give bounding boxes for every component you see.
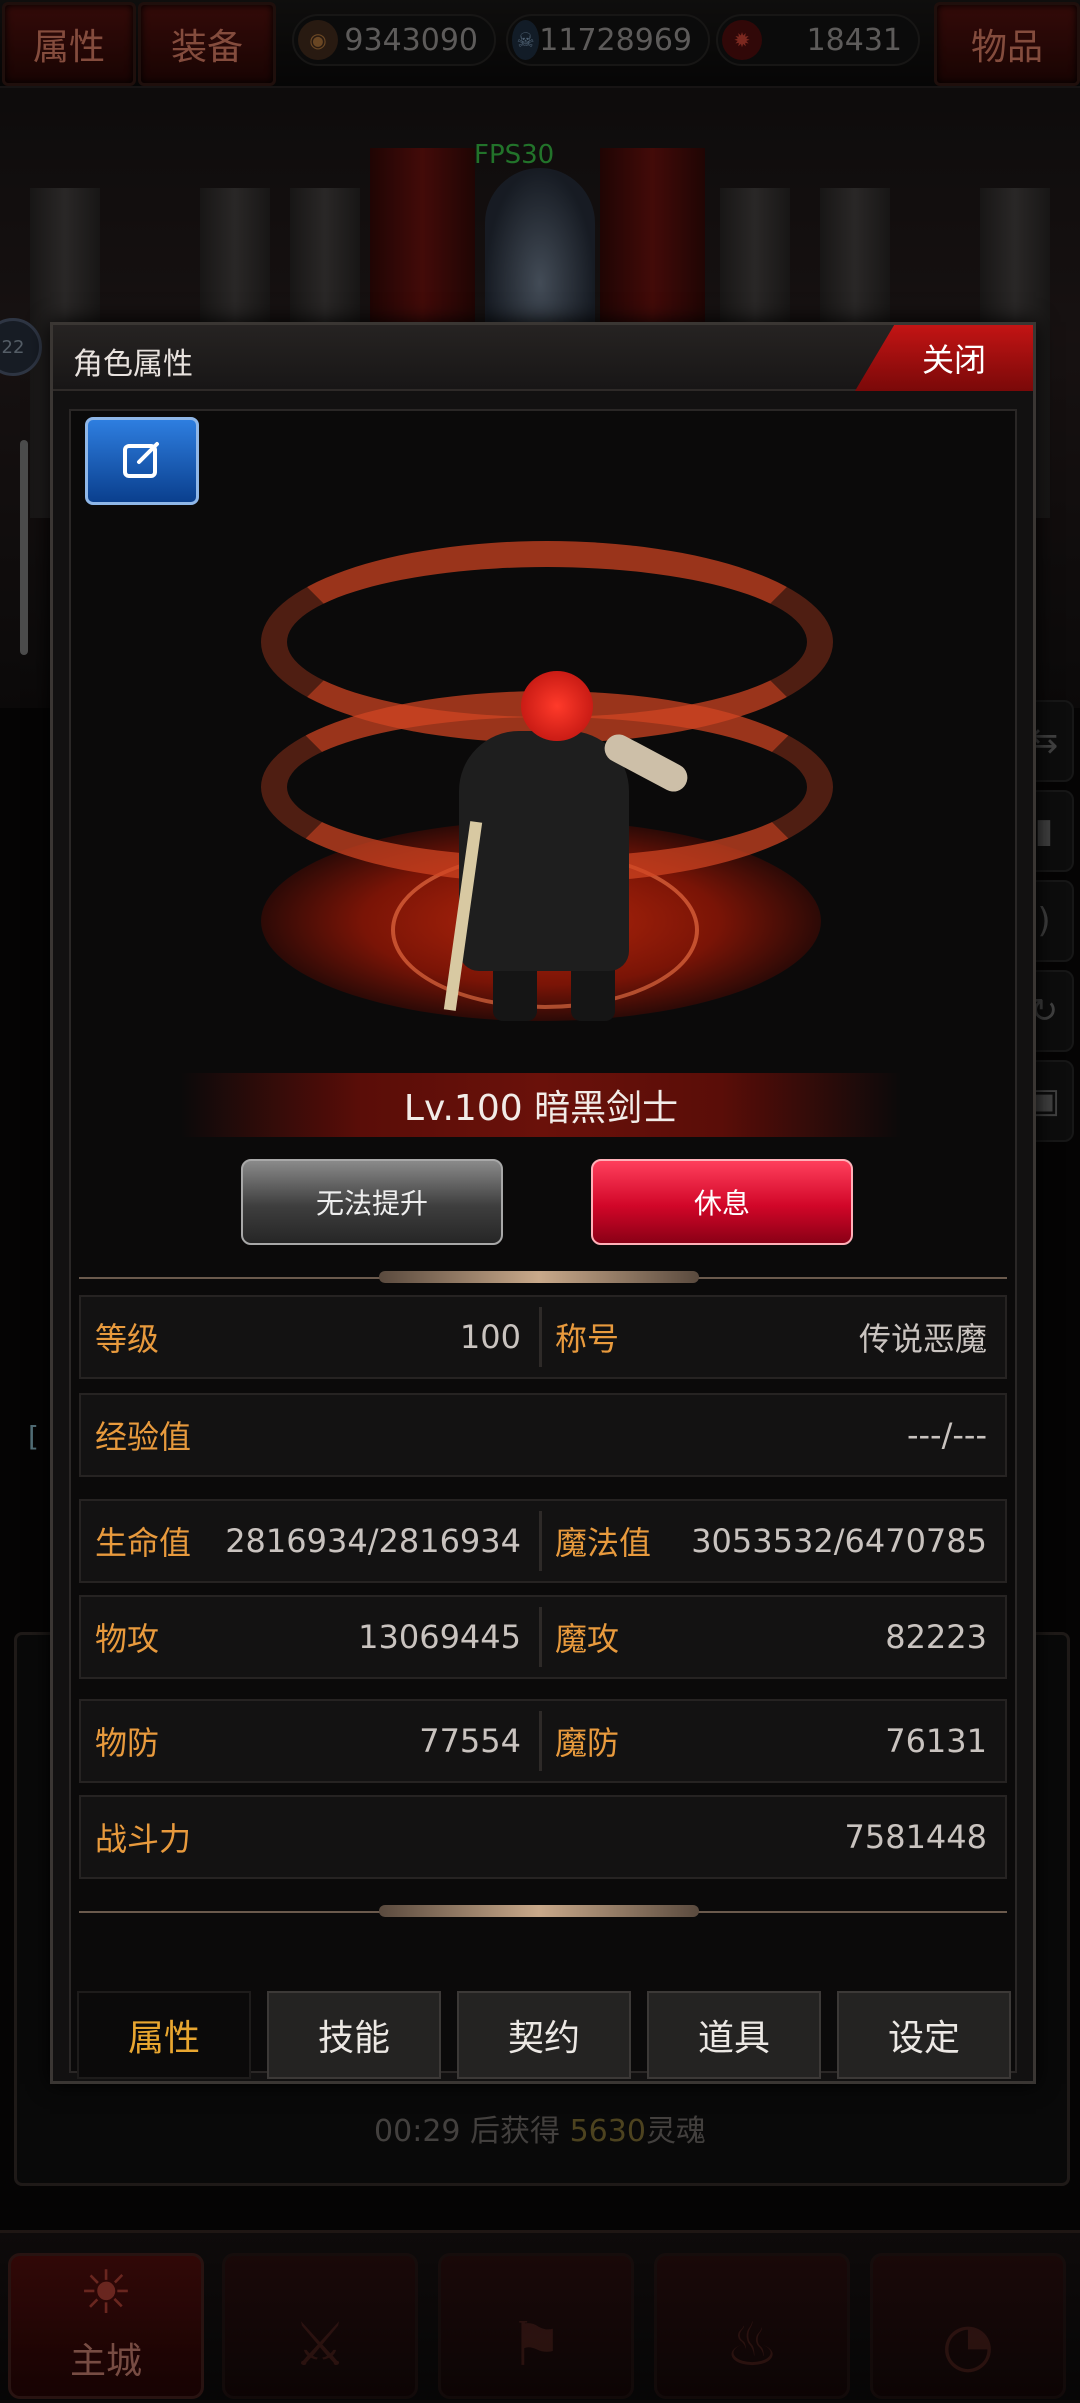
stat-row-power: 战斗力 7581448 bbox=[79, 1795, 1007, 1879]
divider bbox=[79, 1271, 1007, 1283]
pdef-value: 77554 bbox=[419, 1722, 521, 1760]
matk-value: 82223 bbox=[885, 1618, 987, 1656]
dialog-content: Lv.100 暗黑剑士 无法提升 休息 等级 100 称号 传说恶魔 经验值 -… bbox=[69, 409, 1017, 2079]
level-value: 100 bbox=[459, 1318, 521, 1356]
matk-label: 魔攻 bbox=[555, 1620, 620, 1658]
hp-label: 生命值 bbox=[95, 1524, 192, 1562]
dialog-title: 角色属性 bbox=[73, 347, 193, 382]
power-label: 战斗力 bbox=[95, 1820, 192, 1858]
exp-label: 经验值 bbox=[95, 1418, 192, 1456]
upgrade-button[interactable]: 无法提升 bbox=[241, 1159, 503, 1245]
tab-contract[interactable]: 契约 bbox=[457, 1991, 631, 2079]
power-value: 7581448 bbox=[844, 1818, 987, 1856]
mdef-label: 魔防 bbox=[555, 1724, 620, 1762]
stat-row-hp-mp: 生命值 2816934/2816934 魔法值 3053532/6470785 bbox=[79, 1499, 1007, 1583]
rest-button[interactable]: 休息 bbox=[591, 1159, 853, 1245]
mp-label: 魔法值 bbox=[555, 1524, 652, 1562]
patk-value: 13069445 bbox=[358, 1618, 521, 1656]
character-stage bbox=[221, 521, 861, 1061]
stat-row-exp: 经验值 ---/--- bbox=[79, 1393, 1007, 1477]
stat-row-defense: 物防 77554 魔防 76131 bbox=[79, 1699, 1007, 1783]
tab-attributes[interactable]: 属性 bbox=[77, 1991, 251, 2079]
title-label: 称号 bbox=[555, 1320, 620, 1358]
dialog-tabs: 属性 技能 契约 道具 设定 bbox=[71, 1989, 1015, 2079]
character-level-name: Lv.100 暗黑剑士 bbox=[181, 1073, 901, 1137]
mdef-value: 76131 bbox=[885, 1722, 987, 1760]
edit-button[interactable] bbox=[85, 417, 199, 505]
red-hair-head bbox=[521, 671, 593, 741]
level-label: 等级 bbox=[95, 1320, 160, 1358]
character-attributes-dialog: 角色属性 关闭 Lv.100 暗黑剑士 无法提升 休息 等级 100 称号 传说… bbox=[50, 322, 1036, 2084]
stat-row-attack: 物攻 13069445 魔攻 82223 bbox=[79, 1595, 1007, 1679]
exp-value: ---/--- bbox=[906, 1416, 987, 1454]
divider bbox=[79, 1905, 1007, 1917]
tab-settings[interactable]: 设定 bbox=[837, 1991, 1011, 2079]
dark-swordsman-body bbox=[459, 731, 629, 971]
mp-value: 3053532/6470785 bbox=[691, 1522, 987, 1560]
hp-value: 2816934/2816934 bbox=[225, 1522, 521, 1560]
tab-skills[interactable]: 技能 bbox=[267, 1991, 441, 2079]
pdef-label: 物防 bbox=[95, 1724, 160, 1762]
title-value: 传说恶魔 bbox=[858, 1320, 987, 1358]
edit-icon bbox=[123, 442, 159, 478]
tab-items[interactable]: 道具 bbox=[647, 1991, 821, 2079]
stat-row-level: 等级 100 称号 传说恶魔 bbox=[79, 1295, 1007, 1379]
patk-label: 物攻 bbox=[95, 1620, 160, 1658]
